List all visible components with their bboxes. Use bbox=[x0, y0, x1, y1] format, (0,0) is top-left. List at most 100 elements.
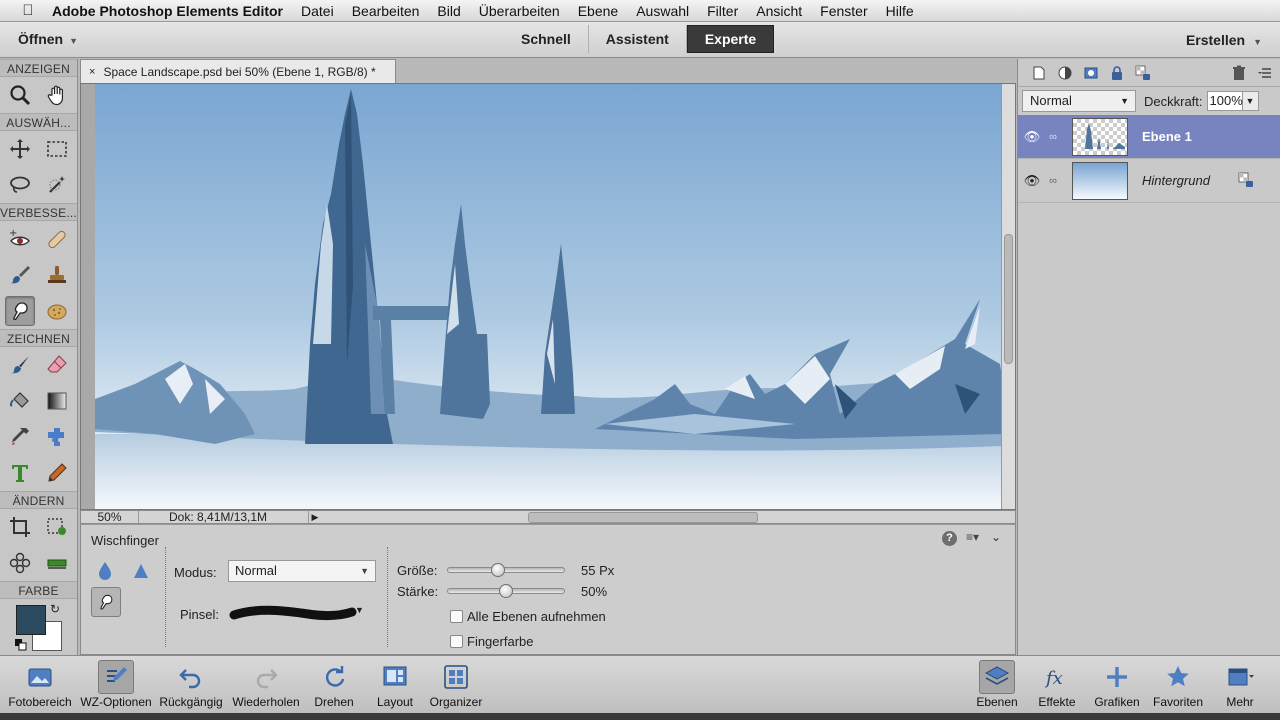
canvas-artwork[interactable] bbox=[95, 84, 1003, 510]
panel-menu-icon[interactable]: ≡▾ bbox=[966, 530, 979, 544]
menu-ueberarbeiten[interactable]: Überarbeiten bbox=[479, 3, 560, 19]
eraser-tool[interactable] bbox=[42, 350, 72, 380]
crop-tool[interactable] bbox=[5, 512, 35, 542]
open-menu-button[interactable]: Öffnen ▼ bbox=[18, 31, 78, 47]
lock-all-button[interactable] bbox=[1104, 62, 1130, 84]
document-tab[interactable]: × Space Landscape.psd bei 50% (Ebene 1, … bbox=[80, 59, 396, 83]
menu-bild[interactable]: Bild bbox=[437, 3, 460, 19]
move-tool[interactable] bbox=[5, 134, 35, 164]
finger-painting-checkbox[interactable] bbox=[450, 635, 463, 648]
custom-shape-tool[interactable] bbox=[42, 422, 72, 452]
layer-name[interactable]: Ebene 1 bbox=[1142, 129, 1192, 144]
lasso-tool[interactable] bbox=[5, 170, 35, 200]
effects-button[interactable]: fx Effekte bbox=[1030, 656, 1084, 714]
smudge-tool[interactable] bbox=[5, 296, 36, 326]
photo-bin-button[interactable]: Fotobereich bbox=[2, 656, 78, 714]
menu-filter[interactable]: Filter bbox=[707, 3, 738, 19]
layer-name[interactable]: Hintergrund bbox=[1142, 173, 1210, 188]
menu-bearbeiten[interactable]: Bearbeiten bbox=[352, 3, 420, 19]
type-tool[interactable] bbox=[5, 458, 35, 488]
mode-select[interactable]: Normal ▼ bbox=[228, 560, 376, 582]
menu-auswahl[interactable]: Auswahl bbox=[636, 3, 689, 19]
new-layer-button[interactable] bbox=[1026, 62, 1052, 84]
canvas-area[interactable] bbox=[80, 83, 1016, 510]
menu-fenster[interactable]: Fenster bbox=[820, 3, 867, 19]
delete-layer-button[interactable] bbox=[1226, 62, 1252, 84]
cookie-cutter-tool[interactable] bbox=[5, 548, 35, 578]
menu-ebene[interactable]: Ebene bbox=[578, 3, 618, 19]
more-button[interactable]: Mehr bbox=[1214, 656, 1266, 714]
help-icon[interactable]: ? bbox=[942, 531, 957, 546]
apple-icon[interactable]:  bbox=[18, 2, 38, 19]
default-colors-icon[interactable] bbox=[15, 639, 27, 651]
zoom-level[interactable]: 50% bbox=[81, 511, 139, 524]
straighten-tool[interactable] bbox=[42, 548, 72, 578]
rectangle-marquee-tool[interactable] bbox=[42, 134, 72, 164]
opacity-input[interactable]: 100% bbox=[1206, 91, 1243, 111]
paint-bucket-tool[interactable] bbox=[5, 386, 35, 416]
clone-stamp-tool[interactable] bbox=[42, 260, 72, 290]
quick-selection-tool[interactable] bbox=[42, 170, 72, 200]
finger-painting-label[interactable]: Fingerfarbe bbox=[467, 634, 533, 649]
organizer-button[interactable]: Organizer bbox=[424, 656, 488, 714]
brush-enhance-tool[interactable] bbox=[5, 260, 35, 290]
undo-button[interactable]: Rückgängig bbox=[158, 656, 224, 714]
foreground-color-swatch[interactable] bbox=[16, 605, 46, 635]
spot-healing-tool[interactable] bbox=[42, 224, 72, 254]
sample-all-layers-label[interactable]: Alle Ebenen aufnehmen bbox=[467, 609, 606, 624]
swap-colors-icon[interactable]: ↻ bbox=[50, 602, 60, 616]
size-slider[interactable] bbox=[447, 563, 565, 577]
blend-mode-select[interactable]: Normal ▼ bbox=[1022, 90, 1136, 112]
mode-tab-experte[interactable]: Experte bbox=[686, 25, 775, 53]
strength-slider[interactable] bbox=[447, 584, 565, 598]
rotate-button[interactable]: Drehen bbox=[308, 656, 360, 714]
redo-button[interactable]: Wiederholen bbox=[230, 656, 302, 714]
zoom-tool[interactable] bbox=[5, 80, 35, 110]
visibility-eye-icon[interactable]: 👁 bbox=[1022, 129, 1042, 145]
pencil-tool[interactable] bbox=[42, 458, 72, 488]
create-menu-button[interactable]: Erstellen ▼ bbox=[1186, 32, 1262, 48]
status-menu-arrow-icon[interactable]: ▶ bbox=[309, 512, 321, 523]
mode-tab-schnell[interactable]: Schnell bbox=[504, 25, 589, 53]
favorites-button[interactable]: Favoriten bbox=[1150, 656, 1206, 714]
graphics-button[interactable]: Grafiken bbox=[1090, 656, 1144, 714]
layers-panel-menu-button[interactable] bbox=[1252, 62, 1278, 84]
vertical-scroll-thumb[interactable] bbox=[1004, 234, 1013, 364]
menu-ansicht[interactable]: Ansicht bbox=[756, 3, 802, 19]
brush-preset-preview[interactable] bbox=[228, 601, 358, 627]
recompose-tool[interactable] bbox=[42, 512, 72, 542]
menu-hilfe[interactable]: Hilfe bbox=[886, 3, 914, 19]
link-icon[interactable]: ∞ bbox=[1042, 175, 1064, 187]
vertical-scrollbar[interactable] bbox=[1001, 84, 1015, 509]
brush-tool[interactable] bbox=[5, 350, 35, 380]
strength-slider-knob[interactable] bbox=[499, 584, 513, 598]
hand-tool[interactable] bbox=[42, 80, 72, 110]
sample-all-layers-checkbox[interactable] bbox=[450, 610, 463, 623]
size-slider-knob[interactable] bbox=[490, 563, 505, 577]
smudge-variant-button[interactable] bbox=[91, 587, 121, 617]
menu-app-name[interactable]: Adobe Photoshop Elements Editor bbox=[52, 3, 283, 19]
horizontal-scroll-thumb[interactable] bbox=[528, 512, 758, 523]
lock-transparency-button[interactable] bbox=[1130, 62, 1156, 84]
menu-datei[interactable]: Datei bbox=[301, 3, 334, 19]
tool-options-button[interactable]: WZ-Optionen bbox=[78, 656, 154, 714]
close-icon[interactable]: × bbox=[89, 66, 95, 78]
eyedropper-tool[interactable] bbox=[5, 422, 35, 452]
link-icon[interactable]: ∞ bbox=[1042, 131, 1064, 143]
layer-row-ebene-1[interactable]: 👁 ∞ Ebene 1 bbox=[1018, 115, 1280, 159]
sponge-tool[interactable] bbox=[42, 296, 72, 326]
layer-row-hintergrund[interactable]: 👁 ∞ Hintergrund bbox=[1018, 159, 1280, 203]
mode-tab-assistent[interactable]: Assistent bbox=[589, 25, 687, 53]
blur-variant-button[interactable] bbox=[93, 559, 117, 583]
sharpen-variant-button[interactable] bbox=[129, 559, 153, 583]
gradient-tool[interactable] bbox=[42, 386, 72, 416]
visibility-eye-icon[interactable]: 👁 bbox=[1022, 173, 1042, 189]
red-eye-tool[interactable]: + bbox=[5, 224, 35, 254]
layer-mask-button[interactable] bbox=[1078, 62, 1104, 84]
adjustment-layer-button[interactable] bbox=[1052, 62, 1078, 84]
layers-panel-button[interactable]: Ebenen bbox=[970, 656, 1024, 714]
chevron-down-icon[interactable]: ▼ bbox=[355, 605, 364, 615]
layout-button[interactable]: Layout bbox=[370, 656, 420, 714]
collapse-chevron-icon[interactable]: ⌄ bbox=[991, 530, 1001, 544]
opacity-dropdown-icon[interactable]: ▼ bbox=[1242, 91, 1259, 111]
